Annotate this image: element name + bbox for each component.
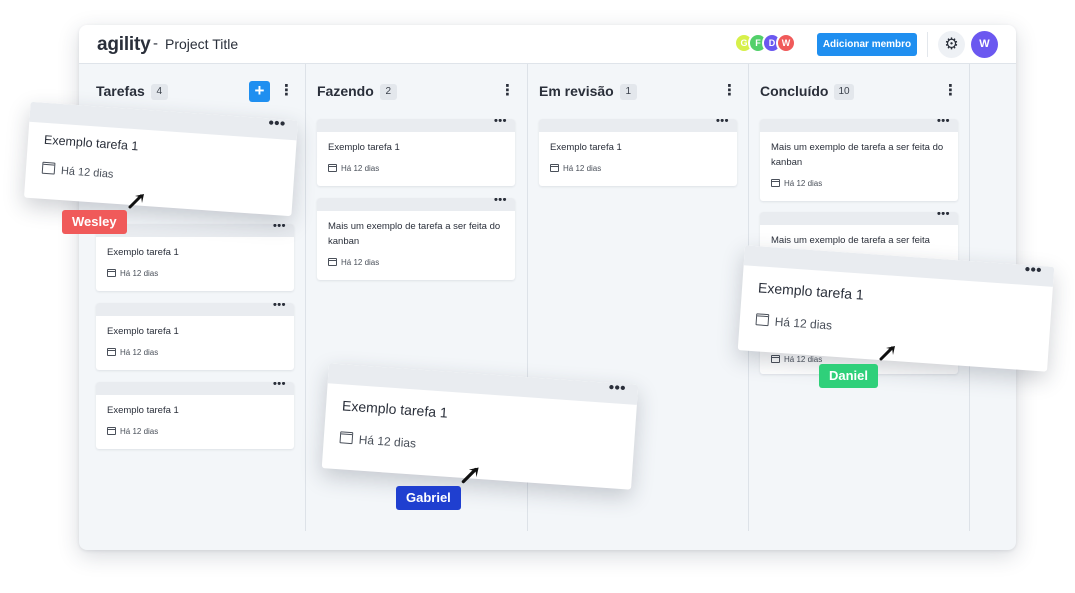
task-card[interactable]: ••• Exemplo tarefa 1 Há 12 dias	[96, 382, 294, 449]
top-bar: agility - Project Title G F D W Adiciona…	[79, 25, 1016, 64]
card-menu-icon[interactable]: •••	[494, 119, 507, 127]
calendar-icon	[755, 313, 770, 327]
column-header: Tarefas 4	[96, 83, 168, 103]
task-card[interactable]: ••• Mais um exemplo de tarefa a ser feit…	[760, 119, 958, 201]
add-task-button[interactable]: +	[249, 81, 270, 102]
column-title: Fazendo	[317, 83, 374, 99]
user-avatar[interactable]: W	[971, 31, 998, 58]
user-tag: Gabriel	[396, 486, 461, 510]
card-menu-icon[interactable]: •••	[273, 303, 286, 311]
cursor-icon	[461, 467, 479, 484]
column-header: Fazendo 2	[317, 83, 397, 103]
card-title: Mais um exemplo de tarefa a ser feita do…	[328, 221, 501, 247]
card-menu-icon[interactable]: •••	[273, 382, 286, 390]
divider	[927, 32, 928, 57]
card-date: Há 12 dias	[317, 249, 515, 277]
member-avatar[interactable]: W	[776, 33, 796, 53]
calendar-icon	[328, 164, 337, 172]
gear-icon[interactable]: ⚙	[938, 31, 965, 58]
column-count-badge: 10	[834, 84, 854, 100]
calendar-icon	[339, 431, 354, 445]
column-header: Concluído 10	[760, 83, 854, 103]
card-menu-icon[interactable]: •••	[273, 224, 286, 232]
cursor-icon	[128, 194, 144, 209]
card-date: Há 12 dias	[539, 155, 737, 183]
column-divider	[305, 64, 306, 531]
card-title: Mais um exemplo de tarefa a ser feita	[771, 235, 930, 246]
column-count-badge: 2	[379, 84, 397, 100]
project-title[interactable]: Project Title	[165, 36, 238, 52]
card-title: Mais um exemplo de tarefa a ser feita do…	[771, 142, 944, 168]
column-count-badge: 4	[150, 84, 168, 100]
app-logo: agility	[97, 34, 151, 55]
card-date: Há 12 dias	[317, 155, 515, 183]
card-date: Há 12 dias	[760, 170, 958, 198]
task-card[interactable]: ••• Exemplo tarefa 1 Há 12 dias	[96, 224, 294, 291]
card-title: Exemplo tarefa 1	[328, 142, 400, 153]
calendar-icon	[107, 427, 116, 435]
cursor-icon	[879, 346, 895, 361]
card-menu-icon[interactable]: •••	[494, 198, 507, 206]
user-tag: Wesley	[62, 210, 127, 234]
calendar-icon	[107, 348, 116, 356]
card-title: Exemplo tarefa 1	[107, 326, 179, 337]
card-menu-icon[interactable]: •••	[937, 212, 950, 220]
stage: agility - Project Title G F D W Adiciona…	[0, 0, 1075, 593]
title-separator: -	[153, 35, 158, 52]
task-card[interactable]: ••• Exemplo tarefa 1 Há 12 dias	[317, 119, 515, 186]
column-title: Concluído	[760, 83, 829, 99]
calendar-icon	[328, 258, 337, 266]
card-title: Exemplo tarefa 1	[550, 142, 622, 153]
calendar-icon	[41, 161, 56, 175]
card-menu-icon[interactable]: •••	[937, 119, 950, 127]
calendar-icon	[771, 179, 780, 187]
calendar-icon	[550, 164, 559, 172]
column-menu-icon[interactable]: ⋮	[279, 83, 294, 99]
task-card[interactable]: ••• Mais um exemplo de tarefa a ser feit…	[317, 198, 515, 280]
user-tag: Daniel	[819, 364, 879, 388]
column-menu-icon[interactable]: ⋮	[500, 83, 515, 99]
dragged-task-card[interactable]: ••• Exemplo tarefa 1 Há 12 dias	[23, 101, 299, 217]
card-date: Há 12 dias	[96, 260, 294, 288]
card-menu-icon[interactable]: •••	[716, 119, 729, 127]
column-title: Em revisão	[539, 83, 614, 99]
task-card[interactable]: ••• Exemplo tarefa 1 Há 12 dias	[539, 119, 737, 186]
column-count-badge: 1	[619, 84, 637, 100]
column-header: Em revisão 1	[539, 83, 637, 103]
card-title: Exemplo tarefa 1	[107, 405, 179, 416]
calendar-icon	[771, 355, 780, 363]
add-member-button[interactable]: Adicionar membro	[817, 33, 917, 56]
calendar-icon	[107, 269, 116, 277]
column-menu-icon[interactable]: ⋮	[722, 83, 737, 99]
card-menu-icon[interactable]: •••	[1024, 261, 1042, 279]
task-card[interactable]: ••• Exemplo tarefa 1 Há 12 dias	[96, 303, 294, 370]
card-title: Exemplo tarefa 1	[107, 247, 179, 258]
card-date: Há 12 dias	[96, 339, 294, 367]
card-date: Há 12 dias	[96, 418, 294, 446]
column-title: Tarefas	[96, 83, 145, 99]
column-menu-icon[interactable]: ⋮	[943, 83, 958, 99]
